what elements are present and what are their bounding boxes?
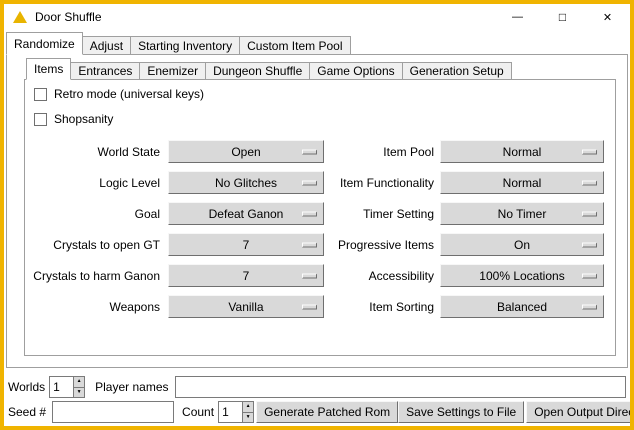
progressive-items-label: Progressive Items	[324, 238, 440, 252]
player-names-input[interactable]	[175, 376, 627, 398]
world-state-label: World State	[30, 145, 168, 159]
randomize-sub-tab-bar: Items Entrances Enemizer Dungeon Shuffle…	[26, 58, 511, 80]
item-functionality-label: Item Functionality	[324, 176, 440, 190]
world-state-dropdown[interactable]: Open	[168, 140, 324, 163]
tab-enemizer[interactable]: Enemizer	[139, 62, 206, 80]
tab-starting-inventory[interactable]: Starting Inventory	[130, 36, 240, 55]
item-sorting-label: Item Sorting	[324, 300, 440, 314]
maximize-icon[interactable]: □	[540, 4, 585, 30]
window-controls: — □ ✕	[495, 4, 630, 30]
progressive-items-value: On	[514, 238, 530, 252]
count-label: Count	[182, 405, 214, 419]
crystals-open-gt-dropdown[interactable]: 7	[168, 233, 324, 256]
crystals-harm-ganon-label: Crystals to harm Ganon	[30, 269, 168, 283]
save-settings-button[interactable]: Save Settings to File	[398, 401, 524, 423]
tab-items[interactable]: Items	[26, 58, 71, 80]
open-output-directory-button[interactable]: Open Output Directory	[526, 401, 634, 423]
count-stepper-arrows: ▲ ▼	[242, 402, 253, 422]
retro-mode-row: Retro mode (universal keys)	[34, 87, 204, 101]
spin-down-icon[interactable]: ▼	[243, 412, 253, 423]
weapons-label: Weapons	[30, 300, 168, 314]
tab-randomize[interactable]: Randomize	[6, 32, 83, 55]
dropdown-indicator-icon	[582, 273, 597, 278]
generate-patched-rom-button[interactable]: Generate Patched Rom	[256, 401, 398, 423]
app-icon	[13, 11, 27, 23]
item-functionality-value: Normal	[503, 176, 542, 190]
player-names-label: Player names	[95, 380, 168, 394]
dropdown-indicator-icon	[302, 242, 317, 247]
accessibility-value: 100% Locations	[479, 269, 564, 283]
world-state-value: Open	[231, 145, 260, 159]
tab-dungeon-shuffle[interactable]: Dungeon Shuffle	[205, 62, 310, 80]
dropdown-indicator-icon	[582, 304, 597, 309]
item-pool-value: Normal	[503, 145, 542, 159]
worlds-stepper-arrows: ▲ ▼	[73, 377, 84, 397]
dropdown-indicator-icon	[302, 273, 317, 278]
worlds-label: Worlds	[8, 380, 45, 394]
worlds-row: Worlds ▲ ▼ Player names	[8, 376, 626, 398]
dropdown-indicator-icon	[582, 180, 597, 185]
crystals-open-gt-label: Crystals to open GT	[30, 238, 168, 252]
tab-game-options[interactable]: Game Options	[309, 62, 402, 80]
item-sorting-value: Balanced	[497, 300, 547, 314]
shopsanity-label: Shopsanity	[54, 112, 113, 126]
tab-entrances[interactable]: Entrances	[70, 62, 140, 80]
logic-level-label: Logic Level	[30, 176, 168, 190]
tab-adjust[interactable]: Adjust	[82, 36, 131, 55]
item-pool-dropdown[interactable]: Normal	[440, 140, 604, 163]
dropdown-indicator-icon	[302, 304, 317, 309]
titlebar: Door Shuffle — □ ✕	[4, 4, 630, 30]
crystals-open-gt-value: 7	[243, 238, 250, 252]
dropdown-indicator-icon	[582, 149, 597, 154]
window-title: Door Shuffle	[35, 10, 102, 24]
logic-level-value: No Glitches	[215, 176, 277, 190]
dropdown-indicator-icon	[302, 149, 317, 154]
minimize-icon[interactable]: —	[495, 4, 540, 30]
dropdown-indicator-icon	[582, 242, 597, 247]
seed-row: Seed # Count ▲ ▼ Generate Patched Rom Sa…	[8, 401, 626, 423]
tab-generation-setup[interactable]: Generation Setup	[402, 62, 512, 80]
weapons-value: Vanilla	[228, 300, 263, 314]
goal-label: Goal	[30, 207, 168, 221]
settings-grid: World State Open Item Pool Normal Logic …	[30, 136, 604, 322]
item-functionality-dropdown[interactable]: Normal	[440, 171, 604, 194]
app-window: Door Shuffle — □ ✕ Randomize Adjust Star…	[0, 0, 634, 430]
dropdown-indicator-icon	[302, 211, 317, 216]
weapons-dropdown[interactable]: Vanilla	[168, 295, 324, 318]
timer-setting-dropdown[interactable]: No Timer	[440, 202, 604, 225]
retro-mode-checkbox[interactable]	[34, 88, 47, 101]
seed-label: Seed #	[8, 405, 46, 419]
spin-up-icon[interactable]: ▲	[74, 377, 84, 387]
worlds-input[interactable]	[50, 377, 73, 397]
goal-value: Defeat Ganon	[209, 207, 284, 221]
crystals-harm-ganon-dropdown[interactable]: 7	[168, 264, 324, 287]
progressive-items-dropdown[interactable]: On	[440, 233, 604, 256]
main-tab-bar: Randomize Adjust Starting Inventory Cust…	[6, 32, 350, 55]
count-input[interactable]	[219, 402, 242, 422]
dropdown-indicator-icon	[302, 180, 317, 185]
count-stepper: ▲ ▼	[218, 401, 254, 423]
close-icon[interactable]: ✕	[585, 4, 630, 30]
logic-level-dropdown[interactable]: No Glitches	[168, 171, 324, 194]
tab-custom-item-pool[interactable]: Custom Item Pool	[239, 36, 350, 55]
timer-setting-value: No Timer	[498, 207, 547, 221]
goal-dropdown[interactable]: Defeat Ganon	[168, 202, 324, 225]
timer-setting-label: Timer Setting	[324, 207, 440, 221]
item-sorting-dropdown[interactable]: Balanced	[440, 295, 604, 318]
shopsanity-checkbox[interactable]	[34, 113, 47, 126]
shopsanity-row: Shopsanity	[34, 112, 113, 126]
retro-mode-label: Retro mode (universal keys)	[54, 87, 204, 101]
dropdown-indicator-icon	[582, 211, 597, 216]
accessibility-dropdown[interactable]: 100% Locations	[440, 264, 604, 287]
accessibility-label: Accessibility	[324, 269, 440, 283]
spin-down-icon[interactable]: ▼	[74, 387, 84, 398]
spin-up-icon[interactable]: ▲	[243, 402, 253, 412]
seed-input[interactable]	[52, 401, 174, 423]
crystals-harm-ganon-value: 7	[243, 269, 250, 283]
item-pool-label: Item Pool	[324, 145, 440, 159]
worlds-stepper: ▲ ▼	[49, 376, 85, 398]
